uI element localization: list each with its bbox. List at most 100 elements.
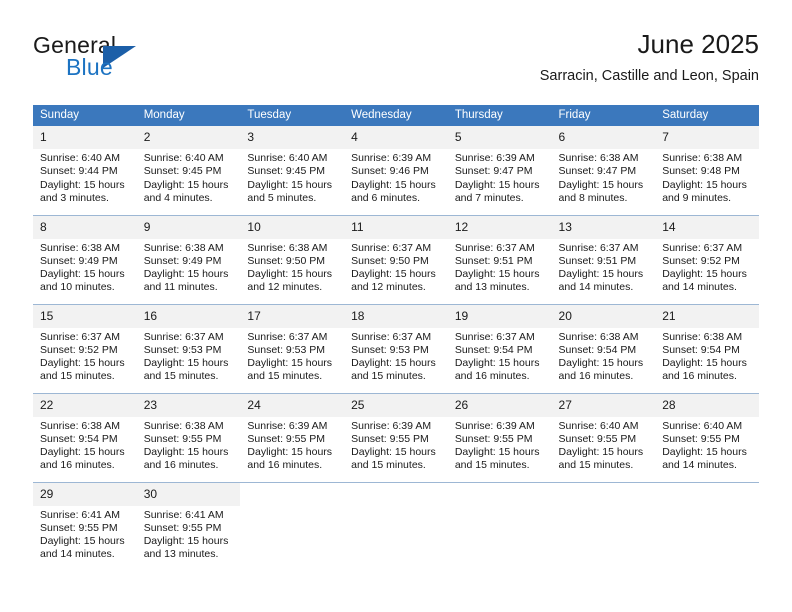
day-number: 23: [136, 393, 241, 417]
calendar-day-cell[interactable]: 28 Sunrise: 6:40 AM Sunset: 9:55 PM Dayligh…: [655, 393, 759, 483]
daylight-text-line2: and 15 minutes.: [351, 370, 426, 383]
day-details: Sunrise: 6:39 AM Sunset: 9:55 PM Daylight:…: [448, 417, 552, 473]
daylight-text-line2: and 11 minutes.: [143, 281, 218, 294]
daylight-text-line2: and 5 minutes.: [247, 191, 317, 204]
calendar-day-cell[interactable]: 20 Sunrise: 6:38 AM Sunset: 9:54 PM Dayligh…: [551, 304, 656, 394]
daylight-text-line2: and 7 minutes.: [454, 191, 524, 204]
daylight-text-line1: Daylight: 15 hours: [454, 357, 540, 370]
calendar-header-row: Sunday Monday Tuesday Wednesday Thursday…: [33, 105, 759, 126]
daylight-text-line2: and 16 minutes.: [454, 370, 530, 383]
daylight-text-line1: Daylight: 15 hours: [40, 357, 125, 370]
daylight-text-line1: Daylight: 15 hours: [247, 357, 333, 370]
daylight-text-line2: and 14 minutes.: [558, 281, 634, 294]
calendar-day-cell[interactable]: 8 Sunrise: 6:38 AM Sunset: 9:49 PM Daylight…: [33, 215, 137, 305]
daylight-text-line2: and 14 minutes.: [662, 459, 737, 472]
sunrise-text: Sunrise: 6:37 AM: [454, 241, 535, 254]
calendar-day-cell[interactable]: 21 Sunrise: 6:38 AM Sunset: 9:54 PM Dayligh…: [655, 304, 759, 394]
day-number: 20: [551, 304, 656, 328]
daylight-text-line1: Daylight: 15 hours: [558, 178, 644, 191]
sunset-text: Sunset: 9:54 PM: [662, 343, 740, 356]
day-details: Sunrise: 6:37 AM Sunset: 9:53 PM Daylight:…: [137, 328, 241, 384]
calendar-day-cell[interactable]: 23 Sunrise: 6:38 AM Sunset: 9:55 PM Dayligh…: [136, 393, 241, 483]
calendar-day-cell[interactable]: 5 Sunrise: 6:39 AM Sunset: 9:47 PM Daylight…: [447, 126, 552, 216]
day-details: Sunrise: 6:38 AM Sunset: 9:48 PM Daylight:…: [655, 149, 759, 205]
calendar-day-cell[interactable]: 30 Sunrise: 6:41 AM Sunset: 9:55 PM Dayligh…: [136, 482, 241, 571]
sunrise-text: Sunrise: 6:40 AM: [247, 152, 328, 164]
daylight-text-line1: Daylight: 15 hours: [454, 446, 540, 459]
daylight-text-line1: Daylight: 15 hours: [558, 446, 644, 459]
calendar-day-cell[interactable]: 10 Sunrise: 6:38 AM Sunset: 9:50 PM Dayligh…: [240, 215, 345, 305]
daylight-text-line1: Daylight: 15 hours: [662, 357, 747, 370]
day-details: Sunrise: 6:38 AM Sunset: 9:47 PM Daylight:…: [552, 149, 656, 205]
calendar-day-cell[interactable]: 27 Sunrise: 6:40 AM Sunset: 9:55 PM Dayligh…: [551, 393, 656, 483]
day-details: Sunrise: 6:37 AM Sunset: 9:50 PM Daylight:…: [344, 239, 448, 295]
day-details: Sunrise: 6:37 AM Sunset: 9:53 PM Daylight:…: [344, 328, 448, 384]
sunset-text: Sunset: 9:46 PM: [351, 165, 429, 178]
sunrise-text: Sunrise: 6:38 AM: [40, 419, 120, 432]
day-number: [448, 483, 552, 506]
daylight-text-line1: Daylight: 15 hours: [247, 446, 333, 459]
day-number: 25: [344, 393, 448, 417]
sunset-text: Sunset: 9:54 PM: [40, 432, 118, 445]
calendar-day-cell[interactable]: 25 Sunrise: 6:39 AM Sunset: 9:55 PM Dayligh…: [344, 393, 448, 483]
sunrise-text: Sunrise: 6:39 AM: [247, 419, 328, 432]
sunset-text: Sunset: 9:55 PM: [143, 521, 222, 534]
sunrise-text: Sunrise: 6:38 AM: [247, 241, 328, 254]
daylight-text-line2: and 15 minutes.: [247, 370, 323, 383]
calendar-day-cell[interactable]: 1 Sunrise: 6:40 AM Sunset: 9:44 PM Daylight…: [33, 126, 137, 216]
calendar-day-cell[interactable]: 19 Sunrise: 6:37 AM Sunset: 9:54 PM Dayligh…: [447, 304, 552, 394]
calendar-day-cell[interactable]: 13 Sunrise: 6:37 AM Sunset: 9:51 PM Dayligh…: [551, 215, 656, 305]
day-details: Sunrise: 6:41 AM Sunset: 9:55 PM Daylight:…: [137, 506, 241, 562]
day-details: Sunrise: 6:39 AM Sunset: 9:55 PM Daylight:…: [240, 417, 344, 473]
calendar-day-cell[interactable]: 2 Sunrise: 6:40 AM Sunset: 9:45 PM Daylight…: [136, 126, 241, 216]
day-details: Sunrise: 6:37 AM Sunset: 9:53 PM Daylight:…: [240, 328, 344, 384]
day-number: [655, 483, 759, 506]
daylight-text-line2: and 12 minutes.: [247, 281, 323, 294]
sunrise-text: Sunrise: 6:40 AM: [40, 152, 120, 164]
weekday-header-sunday: Sunday: [33, 105, 137, 126]
calendar-day-cell[interactable]: 11 Sunrise: 6:37 AM Sunset: 9:50 PM Dayligh…: [344, 215, 448, 305]
calendar-day-cell[interactable]: 7 Sunrise: 6:38 AM Sunset: 9:48 PM Daylight…: [655, 126, 759, 216]
calendar-day-cell[interactable]: 9 Sunrise: 6:38 AM Sunset: 9:49 PM Daylight…: [136, 215, 241, 305]
daylight-text-line1: Daylight: 15 hours: [247, 178, 333, 191]
daylight-text-line2: and 13 minutes.: [143, 548, 219, 561]
weekday-header-saturday: Saturday: [655, 105, 759, 126]
calendar-day-cell[interactable]: 15 Sunrise: 6:37 AM Sunset: 9:52 PM Dayligh…: [33, 304, 137, 394]
calendar-day-cell[interactable]: 4 Sunrise: 6:39 AM Sunset: 9:46 PM Daylight…: [344, 126, 448, 216]
calendar-day-cell[interactable]: 6 Sunrise: 6:38 AM Sunset: 9:47 PM Daylight…: [551, 126, 656, 216]
calendar-day-cell[interactable]: 17 Sunrise: 6:37 AM Sunset: 9:53 PM Dayligh…: [240, 304, 345, 394]
calendar-day-cell[interactable]: 12 Sunrise: 6:37 AM Sunset: 9:51 PM Dayligh…: [447, 215, 552, 305]
day-number: 24: [240, 393, 345, 417]
day-number: 27: [551, 393, 656, 417]
daylight-text-line2: and 14 minutes.: [40, 548, 115, 561]
day-number: 6: [551, 126, 656, 149]
day-number: [344, 483, 448, 506]
sunset-text: Sunset: 9:47 PM: [454, 165, 533, 178]
calendar-day-cell[interactable]: 3 Sunrise: 6:40 AM Sunset: 9:45 PM Daylight…: [240, 126, 345, 216]
general-blue-logo[interactable]: General Blue: [33, 32, 233, 88]
calendar-day-cell[interactable]: 22 Sunrise: 6:38 AM Sunset: 9:54 PM Dayligh…: [33, 393, 137, 483]
calendar-day-cell[interactable]: 29 Sunrise: 6:41 AM Sunset: 9:55 PM Dayligh…: [33, 482, 137, 571]
daylight-text-line1: Daylight: 15 hours: [40, 535, 125, 548]
calendar-day-cell[interactable]: 26 Sunrise: 6:39 AM Sunset: 9:55 PM Dayligh…: [447, 393, 552, 483]
day-number: 17: [240, 304, 345, 328]
sunset-text: Sunset: 9:48 PM: [662, 165, 740, 178]
calendar-day-cell[interactable]: 18 Sunrise: 6:37 AM Sunset: 9:53 PM Dayligh…: [344, 304, 448, 394]
day-details: Sunrise: 6:38 AM Sunset: 9:50 PM Daylight:…: [240, 239, 344, 295]
daylight-text-line2: and 16 minutes.: [558, 370, 634, 383]
daylight-text-line1: Daylight: 15 hours: [662, 446, 747, 459]
daylight-text-line2: and 8 minutes.: [558, 191, 628, 204]
calendar-day-cell[interactable]: 16 Sunrise: 6:37 AM Sunset: 9:53 PM Dayligh…: [136, 304, 241, 394]
sunrise-text: Sunrise: 6:39 AM: [351, 152, 432, 164]
sunrise-text: Sunrise: 6:38 AM: [143, 419, 224, 432]
day-details: Sunrise: 6:40 AM Sunset: 9:55 PM Daylight:…: [655, 417, 759, 473]
sunrise-text: Sunrise: 6:38 AM: [40, 241, 120, 254]
sunset-text: Sunset: 9:44 PM: [40, 165, 118, 178]
calendar-day-cell[interactable]: 14 Sunrise: 6:37 AM Sunset: 9:52 PM Dayligh…: [655, 215, 759, 305]
daylight-text-line1: Daylight: 15 hours: [40, 178, 125, 191]
calendar-day-cell[interactable]: 24 Sunrise: 6:39 AM Sunset: 9:55 PM Dayligh…: [240, 393, 345, 483]
sunrise-text: Sunrise: 6:37 AM: [351, 241, 432, 254]
daylight-text-line1: Daylight: 15 hours: [558, 268, 644, 281]
sunset-text: Sunset: 9:55 PM: [351, 432, 429, 445]
sunrise-text: Sunrise: 6:40 AM: [558, 419, 639, 432]
